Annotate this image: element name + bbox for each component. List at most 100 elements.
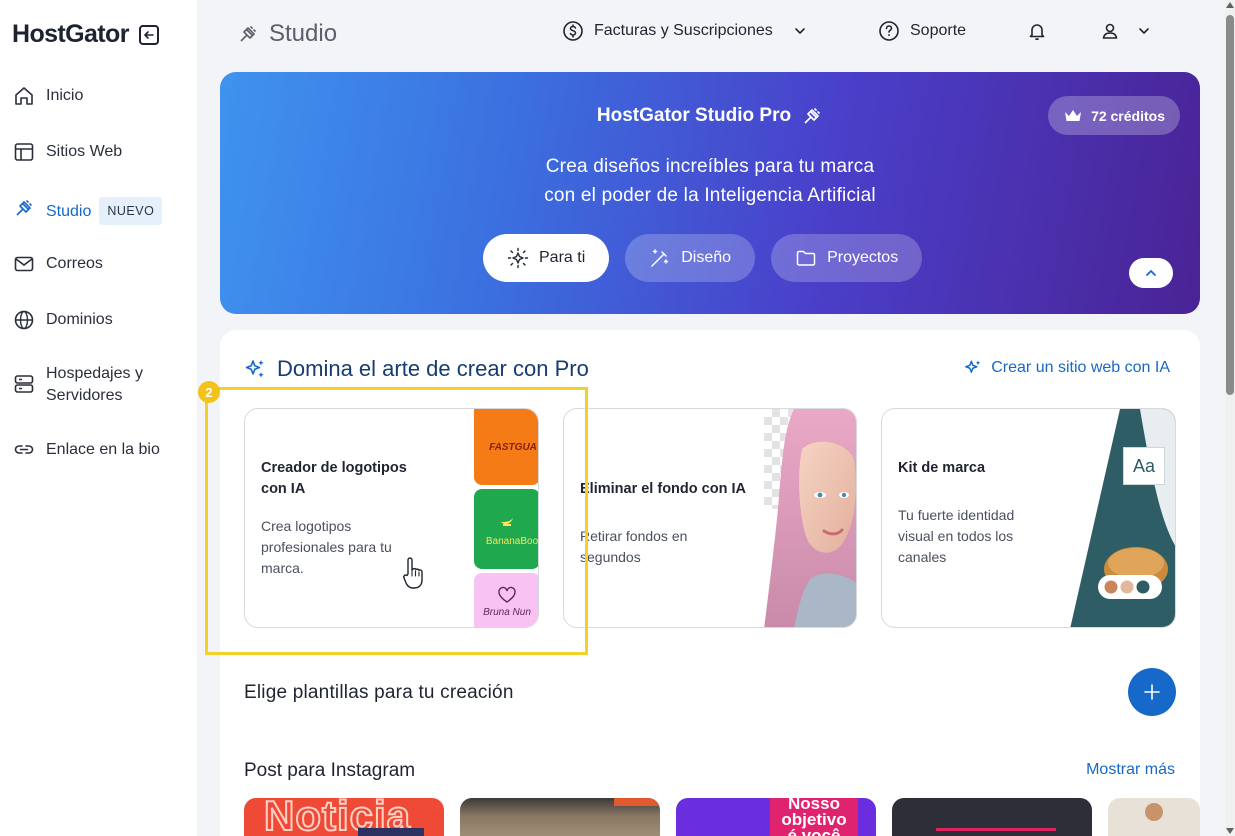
sidebar-item-dominios[interactable]: Dominios bbox=[0, 308, 197, 362]
highlight-frame bbox=[205, 387, 588, 655]
remove-background-card[interactable]: Eliminar el fondo con IA Retirar fondos … bbox=[563, 408, 857, 628]
collapse-sidebar-button[interactable] bbox=[138, 24, 159, 45]
step-marker: 2 bbox=[198, 381, 220, 403]
bell-icon bbox=[1029, 24, 1045, 41]
top-bar: Studio Facturas y Suscripciones Soporte bbox=[197, 0, 1225, 68]
magic-wand-icon bbox=[651, 249, 669, 267]
sparkle-sun-icon bbox=[507, 247, 529, 269]
banner-tabs: Para ti Diseño Proyectos bbox=[483, 234, 923, 282]
thumb-shape bbox=[358, 828, 424, 836]
studio-pro-banner: HostGator Studio Pro Crea diseños increí… bbox=[220, 72, 1200, 314]
tab-diseno[interactable]: Diseño bbox=[625, 234, 756, 282]
user-menu[interactable] bbox=[1099, 20, 1151, 42]
chevron-down-icon bbox=[1139, 28, 1149, 35]
card-description: Retirar fondos en segundos bbox=[580, 528, 688, 565]
billing-label: Facturas y Suscripciones bbox=[594, 22, 773, 39]
instagram-template-thumb[interactable] bbox=[892, 798, 1092, 836]
section-title-text: Domina el arte de crear con Pro bbox=[277, 356, 589, 381]
sidebar-item-inicio[interactable]: Inicio bbox=[0, 84, 197, 140]
show-more-link[interactable]: Mostrar más bbox=[1086, 761, 1175, 779]
studio-icon bbox=[240, 26, 256, 42]
page-title: Studio bbox=[237, 20, 337, 48]
chevron-down-icon bbox=[794, 28, 805, 35]
typography-sample: Aa bbox=[1123, 447, 1165, 485]
sidebar-item-label: Inicio bbox=[46, 87, 84, 104]
logo-row: HostGator bbox=[12, 20, 159, 49]
page-title-text: Studio bbox=[269, 20, 338, 47]
card-description: Tu fuerte identidad visual en todos los … bbox=[898, 507, 1015, 565]
mail-icon bbox=[12, 252, 35, 275]
scroll-up-arrow[interactable] bbox=[1226, 2, 1234, 8]
studio-icon bbox=[12, 196, 35, 219]
hostgator-logo[interactable]: HostGator bbox=[12, 20, 129, 49]
card-title: Eliminar el fondo con IA bbox=[580, 481, 746, 497]
banner-title-text: HostGator Studio Pro bbox=[596, 105, 792, 126]
billing-menu[interactable]: Facturas y Suscripciones bbox=[562, 20, 807, 42]
folder-icon bbox=[796, 250, 816, 266]
sidebar-item-label: Dominios bbox=[46, 311, 113, 328]
sidebar-nav: Inicio Sitios Web Studio NUEVO Correos Do… bbox=[0, 84, 197, 494]
dollar-circle-icon bbox=[563, 21, 583, 41]
thumb-shape bbox=[614, 798, 660, 806]
typography-sample-text: Aa bbox=[1132, 455, 1156, 476]
link-icon bbox=[12, 438, 35, 461]
add-button[interactable] bbox=[1128, 668, 1176, 716]
sidebar-item-sitios-web[interactable]: Sitios Web bbox=[0, 140, 197, 196]
sidebar-item-label: Enlace en la bio bbox=[46, 441, 160, 458]
instagram-template-thumb[interactable] bbox=[460, 798, 660, 836]
create-ai-website-text: Crear un sitio web con IA bbox=[991, 359, 1170, 376]
home-icon bbox=[12, 84, 35, 107]
card-title: Kit de marca bbox=[898, 460, 986, 476]
notifications-button[interactable] bbox=[1026, 20, 1048, 42]
page-scrollbar[interactable] bbox=[1225, 0, 1235, 836]
plus-icon bbox=[1144, 684, 1160, 700]
tab-label: Para ti bbox=[539, 249, 586, 266]
hand-cursor-icon bbox=[403, 557, 423, 589]
sidebar-item-enlace-bio[interactable]: Enlace en la bio bbox=[0, 438, 197, 494]
support-label: Soporte bbox=[910, 22, 967, 39]
brand-kit-card[interactable]: Kit de marca Tu fuerte identidad visual … bbox=[881, 408, 1176, 628]
sidebar-item-hospedajes[interactable]: Hospedajes y Servidores bbox=[0, 362, 197, 438]
sidebar-item-label: Studio bbox=[46, 203, 92, 220]
sidebar-item-label: Hospedajes y Servidores bbox=[46, 365, 143, 404]
collapse-banner-button[interactable] bbox=[1129, 258, 1173, 288]
sparkles-icon bbox=[965, 360, 981, 373]
woman-portrait-image bbox=[764, 409, 856, 627]
crown-icon bbox=[1065, 109, 1082, 121]
instagram-section-title: Post para Instagram bbox=[244, 760, 416, 781]
credits-badge[interactable]: 72 créditos bbox=[1048, 96, 1180, 135]
support-button[interactable]: Soporte bbox=[878, 20, 966, 42]
person-photo-image bbox=[1145, 803, 1163, 821]
instagram-template-thumb[interactable] bbox=[1108, 798, 1200, 836]
globe-icon bbox=[12, 308, 35, 331]
arrow-left-icon bbox=[144, 30, 154, 39]
user-icon bbox=[1102, 23, 1118, 39]
scroll-down-arrow[interactable] bbox=[1226, 828, 1234, 834]
credits-text: 72 créditos bbox=[1091, 107, 1165, 124]
instagram-template-thumb[interactable]: Noticia bbox=[244, 798, 444, 836]
sidebar-item-label: Correos bbox=[46, 255, 103, 272]
sparkles-icon bbox=[245, 360, 264, 378]
studio-icon bbox=[804, 108, 820, 124]
server-icon bbox=[12, 372, 35, 395]
new-badge: NUEVO bbox=[99, 197, 163, 225]
section-title: Domina el arte de crear con Pro bbox=[243, 356, 589, 382]
tab-label: Diseño bbox=[681, 249, 732, 266]
help-circle-icon bbox=[879, 21, 899, 41]
banner-subtitle-line: con el poder de la Inteligencia Artifici… bbox=[544, 185, 876, 206]
sidebar-item-correos[interactable]: Correos bbox=[0, 252, 197, 308]
instagram-template-thumb[interactable]: Nosso objetivo é você bbox=[676, 798, 876, 836]
thumb-text: é você bbox=[787, 826, 841, 836]
banner-subtitle: Crea diseños increíbles para tu marca co… bbox=[220, 152, 1200, 210]
thumb-text-block: Nosso objetivo é você bbox=[770, 798, 858, 836]
create-ai-website-link[interactable]: Crear un sitio web con IA bbox=[963, 358, 1170, 378]
tab-proyectos[interactable]: Proyectos bbox=[771, 234, 923, 282]
scrollbar-thumb[interactable] bbox=[1226, 15, 1234, 395]
sidebar-item-label: Sitios Web bbox=[46, 143, 123, 160]
chevron-up-icon bbox=[1146, 269, 1156, 276]
sidebar-item-studio[interactable]: Studio NUEVO bbox=[0, 196, 197, 252]
tab-para-ti[interactable]: Para ti bbox=[483, 234, 610, 282]
thumb-shape bbox=[936, 828, 1056, 831]
tab-label: Proyectos bbox=[827, 249, 899, 266]
templates-title: Elige plantillas para tu creación bbox=[244, 682, 514, 703]
